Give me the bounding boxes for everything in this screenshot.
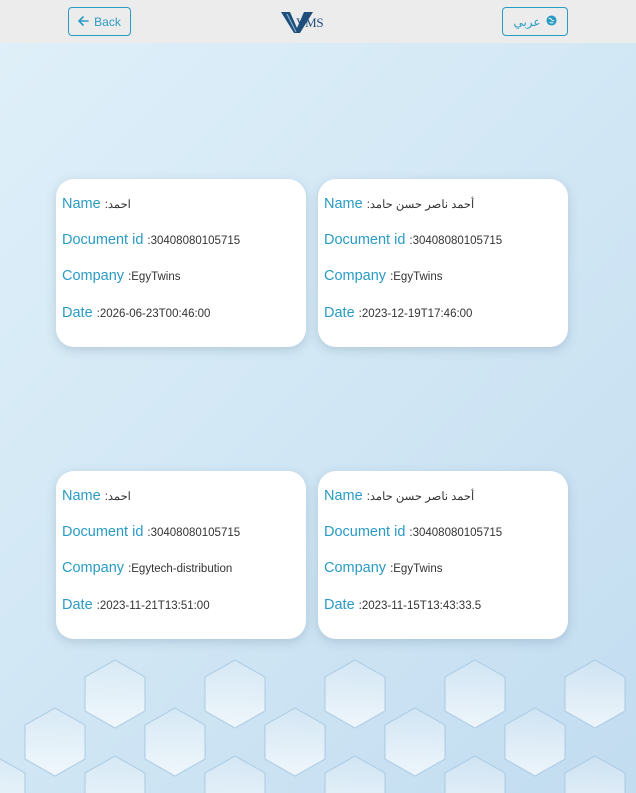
company-row: Company:EgyTwins [324, 268, 442, 284]
document-id-label: Document id [62, 232, 144, 248]
language-toggle-button[interactable]: عربي [502, 7, 568, 36]
visitor-card[interactable]: Name:احمد Document id:30408080105715 Com… [56, 471, 306, 639]
document-id-value: :30408080105715 [409, 527, 503, 539]
company-row: Company:EgyTwins [324, 560, 442, 576]
document-id-row: Document id:30408080105715 [324, 524, 502, 540]
date-value: :2023-11-15T13:43:33.5 [358, 600, 482, 612]
date-value: :2023-11-21T13:51:00 [96, 600, 210, 612]
hexagon-background-pattern [0, 659, 626, 793]
document-id-value: :30408080105715 [147, 527, 241, 539]
visitor-card[interactable]: Name:أحمد ناصر حسن حامد Document id:3040… [318, 471, 568, 639]
document-id-label: Document id [62, 524, 144, 540]
globe-icon [546, 14, 557, 29]
document-id-value: :30408080105715 [147, 235, 241, 247]
name-label: Name [62, 488, 101, 504]
visitor-card[interactable]: Name:احمد Document id:30408080105715 Com… [56, 179, 306, 347]
document-id-row: Document id:30408080105715 [62, 232, 240, 248]
name-value: :أحمد ناصر حسن حامد [366, 199, 475, 211]
document-id-value: :30408080105715 [409, 235, 503, 247]
company-value: :Egytech-distribution [128, 563, 233, 575]
date-row: Date:2026-06-23T00:46:00 [62, 305, 210, 321]
name-label: Name [62, 196, 101, 212]
name-row: Name:أحمد ناصر حسن حامد [324, 488, 474, 504]
date-value: :2026-06-23T00:46:00 [96, 308, 211, 320]
document-id-row: Document id:30408080105715 [62, 524, 240, 540]
company-label: Company [62, 560, 125, 576]
company-row: Company:Egytech-distribution [62, 560, 232, 576]
date-label: Date [62, 305, 93, 321]
name-value: :احمد [104, 491, 131, 503]
date-value: :2023-12-19T17:46:00 [358, 308, 473, 320]
date-row: Date:2023-11-15T13:43:33.5 [324, 597, 481, 613]
top-bar: Back VMS عربي [0, 0, 636, 43]
logo-text: VMS [296, 15, 324, 30]
document-id-label: Document id [324, 232, 406, 248]
date-label: Date [324, 597, 355, 613]
visitor-card[interactable]: Name:أحمد ناصر حسن حامد Document id:3040… [318, 179, 568, 347]
name-value: :أحمد ناصر حسن حامد [366, 491, 475, 503]
document-id-label: Document id [324, 524, 406, 540]
name-label: Name [324, 488, 363, 504]
company-label: Company [324, 560, 387, 576]
date-row: Date:2023-11-21T13:51:00 [62, 597, 210, 613]
back-button[interactable]: Back [68, 7, 131, 36]
name-row: Name:أحمد ناصر حسن حامد [324, 196, 474, 212]
company-value: :EgyTwins [128, 271, 181, 283]
name-row: Name:احمد [62, 196, 131, 212]
date-label: Date [62, 597, 93, 613]
name-label: Name [324, 196, 363, 212]
name-row: Name:احمد [62, 488, 131, 504]
language-label: عربي [513, 14, 541, 29]
vms-logo: VMS [281, 9, 343, 35]
date-row: Date:2023-12-19T17:46:00 [324, 305, 472, 321]
company-row: Company:EgyTwins [62, 268, 180, 284]
company-label: Company [324, 268, 387, 284]
company-value: :EgyTwins [390, 271, 443, 283]
date-label: Date [324, 305, 355, 321]
company-value: :EgyTwins [390, 563, 443, 575]
back-button-label: Back [94, 14, 121, 29]
company-label: Company [62, 268, 125, 284]
document-id-row: Document id:30408080105715 [324, 232, 502, 248]
arrow-left-icon [78, 15, 89, 29]
name-value: :احمد [104, 199, 131, 211]
